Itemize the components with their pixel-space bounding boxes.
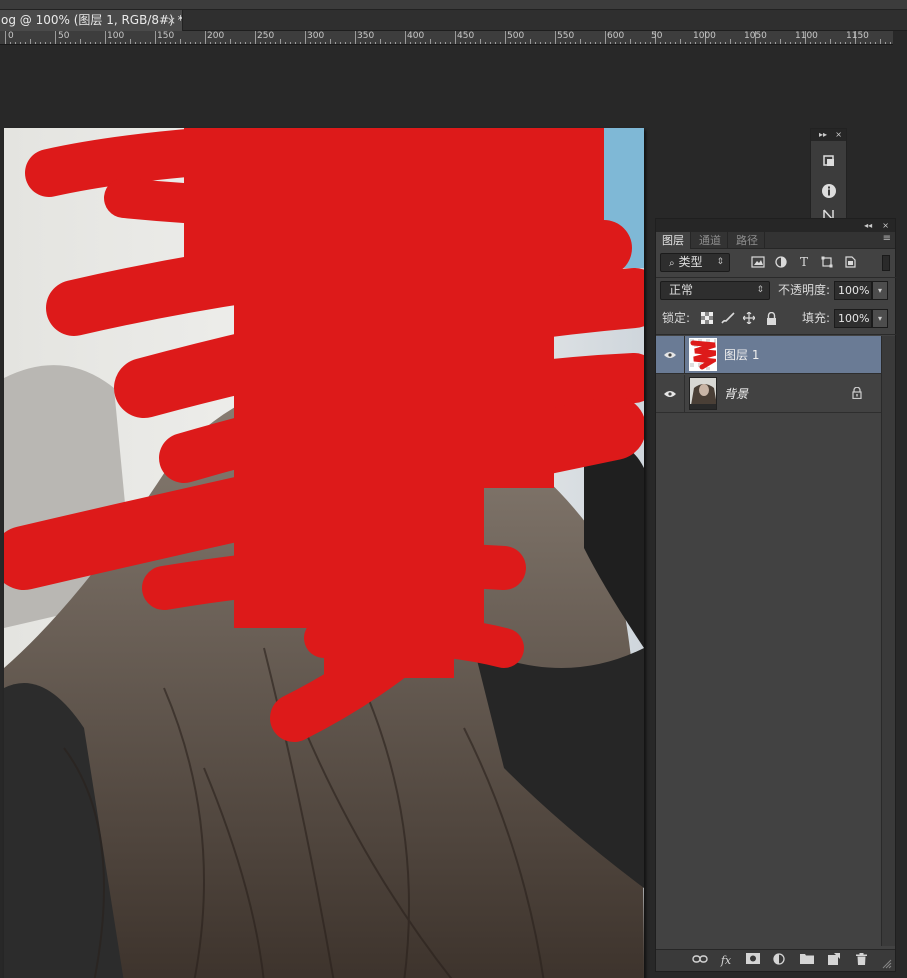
- panel-tabs: 图层 通道 路径 ≡: [656, 232, 895, 249]
- group-folder-icon[interactable]: [799, 953, 815, 969]
- ruler-label: 150: [157, 31, 175, 41]
- tab-layers[interactable]: 图层: [656, 232, 691, 249]
- ruler-label: 100: [107, 31, 125, 41]
- tab-paths[interactable]: 路径: [730, 232, 765, 249]
- delete-icon[interactable]: [853, 953, 869, 969]
- ruler-label: 550: [557, 31, 575, 41]
- layers-panel: ◂◂ × 图层 通道 路径 ≡ ⌕ 类型 ⇕ T 正常 ⇕ 不透明度: 100%…: [655, 218, 897, 972]
- lock-move-icon[interactable]: [742, 311, 756, 326]
- 3d-icon[interactable]: [821, 153, 837, 169]
- lock-icon: [852, 386, 864, 401]
- link-layers-icon[interactable]: [692, 953, 708, 969]
- visibility-eye-icon[interactable]: [656, 375, 685, 413]
- ruler-label: 250: [257, 31, 275, 41]
- info-icon[interactable]: [821, 183, 837, 199]
- filter-row: ⌕ 类型 ⇕ T: [656, 252, 897, 276]
- adjustment-filter-icon[interactable]: [774, 256, 788, 270]
- divider: [656, 334, 897, 335]
- app-top-strip: [0, 0, 907, 10]
- select-arrows-icon: ⇕: [716, 257, 724, 267]
- blend-mode-select[interactable]: 正常 ⇕: [660, 281, 770, 300]
- fill-label: 填充:: [802, 311, 831, 325]
- select-arrows-icon: ⇕: [756, 285, 764, 295]
- lock-all-icon[interactable]: [764, 311, 778, 326]
- collapsed-panel-dock: ▸▸ ×: [810, 128, 847, 223]
- expand-dock-icon[interactable]: ▸▸: [819, 130, 827, 139]
- search-icon: ⌕: [669, 258, 675, 269]
- new-layer-icon[interactable]: [826, 953, 842, 969]
- lock-label: 锁定:: [662, 311, 691, 325]
- layers-panel-footer: fx: [656, 949, 895, 971]
- document-canvas[interactable]: [4, 128, 644, 978]
- ruler-label: 300: [307, 31, 325, 41]
- layers-scrollbar[interactable]: [881, 336, 895, 946]
- fill-dropdown-button[interactable]: ▾: [872, 309, 888, 328]
- dock-header[interactable]: ▸▸ ×: [811, 129, 846, 141]
- ruler-label: 450: [457, 31, 475, 41]
- horizontal-ruler: 0 50 100 150 200 250 300 350 400 450 500…: [0, 31, 893, 45]
- filter-toggle-switch[interactable]: [882, 255, 890, 271]
- layer-name[interactable]: 背景: [724, 375, 748, 413]
- ruler-label: 1000: [693, 31, 716, 41]
- type-filter-icon[interactable]: T: [797, 255, 811, 269]
- adjustment-layer-icon[interactable]: [771, 953, 787, 969]
- filter-kind-select[interactable]: ⌕ 类型 ⇕: [660, 253, 730, 272]
- ruler-label: 400: [407, 31, 425, 41]
- canvas-image: [4, 128, 644, 978]
- layer-thumbnail[interactable]: [689, 377, 717, 410]
- ruler-label: 1050: [744, 31, 767, 41]
- divider: [656, 277, 897, 278]
- close-dock-icon[interactable]: ×: [835, 129, 842, 141]
- ruler-label: 0: [8, 31, 14, 41]
- image-filter-icon[interactable]: [751, 256, 765, 270]
- lock-paint-icon[interactable]: [721, 312, 735, 326]
- layer-row-background[interactable]: 背景: [656, 375, 882, 413]
- opacity-dropdown-button[interactable]: ▾: [872, 281, 888, 300]
- document-tab-title: og @ 100% (图层 1, RGB/8#) *: [1, 13, 183, 27]
- fill-input[interactable]: 100%: [834, 309, 872, 328]
- layers-panel-header[interactable]: ◂◂ ×: [656, 219, 895, 232]
- workspace: ▸▸ × ◂◂ × 图层 通道 路径 ≡ ⌕ 类型 ⇕ T 正常 ⇕ 不透明度:…: [0, 46, 907, 978]
- opacity-label: 不透明度:: [778, 283, 831, 297]
- ruler-label: 200: [207, 31, 225, 41]
- ruler-label: 50: [651, 31, 663, 41]
- document-tab-bar: og @ 100% (图层 1, RGB/8#) * ×: [0, 10, 907, 31]
- ruler-label: 1150: [846, 31, 869, 41]
- collapse-panel-icon[interactable]: ◂◂: [864, 221, 872, 230]
- ruler-label: 50: [58, 31, 70, 41]
- ruler-label: 600: [607, 31, 625, 41]
- panel-menu-icon[interactable]: ≡: [883, 233, 891, 244]
- opacity-input[interactable]: 100%: [834, 281, 872, 300]
- blend-mode-value: 正常: [669, 283, 694, 297]
- tab-channels[interactable]: 通道: [693, 232, 728, 249]
- visibility-eye-icon[interactable]: [656, 336, 685, 374]
- close-tab-icon[interactable]: ×: [167, 10, 176, 31]
- mask-icon[interactable]: [745, 953, 761, 969]
- layer-row-layer1[interactable]: 图层 1: [656, 336, 882, 374]
- document-tab[interactable]: og @ 100% (图层 1, RGB/8#) * ×: [0, 10, 183, 31]
- ruler-label: 1100: [795, 31, 818, 41]
- close-panel-icon[interactable]: ×: [882, 221, 889, 230]
- ruler-label: 350: [357, 31, 375, 41]
- lock-transparent-icon[interactable]: [700, 312, 714, 326]
- layer-name[interactable]: 图层 1: [724, 336, 759, 374]
- ruler-label: 500: [507, 31, 525, 41]
- resize-grip-icon[interactable]: [882, 959, 892, 969]
- fx-icon[interactable]: fx: [718, 953, 734, 969]
- filter-kind-value: 类型: [678, 255, 703, 269]
- blend-row: 正常 ⇕ 不透明度: 100% ▾: [656, 280, 897, 304]
- smart-object-filter-icon[interactable]: [843, 256, 857, 270]
- layer-thumbnail[interactable]: [689, 338, 717, 371]
- shape-filter-icon[interactable]: [820, 256, 834, 270]
- lock-row: 锁定: 填充: 100% ▾: [656, 308, 897, 332]
